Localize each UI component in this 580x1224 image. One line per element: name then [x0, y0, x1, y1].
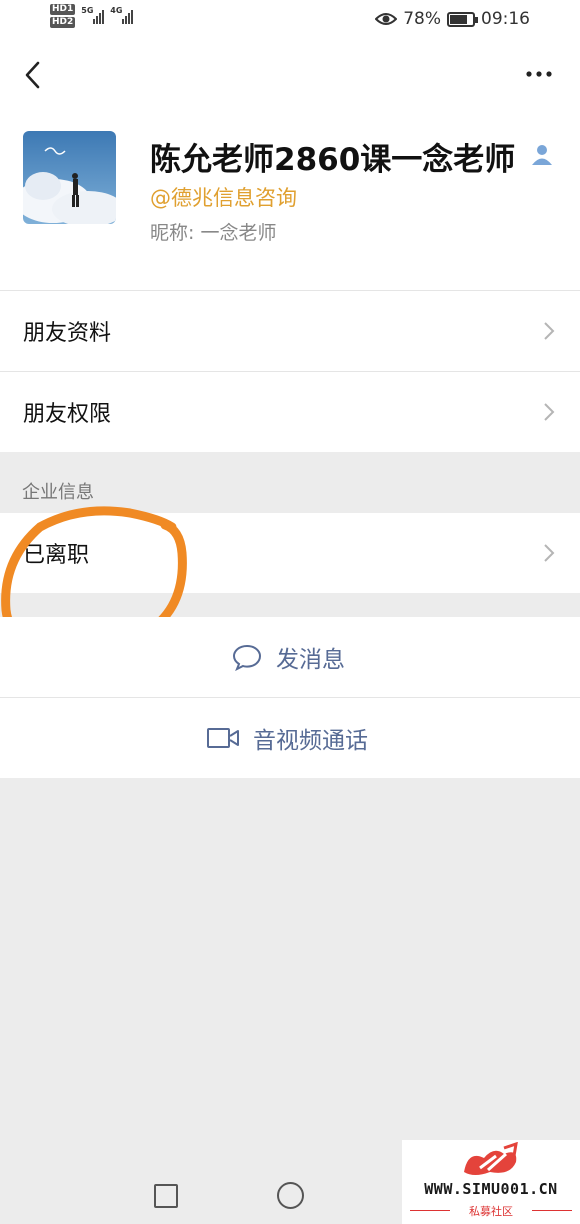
profile-header: 陈允老师2860课一念老师 @德兆信息咨询 昵称: 一念老师 — [0, 110, 580, 290]
company-name[interactable]: @德兆信息咨询 — [150, 182, 297, 212]
send-message-button[interactable]: 发消息 — [0, 617, 580, 697]
chevron-right-icon — [544, 322, 555, 340]
chevron-right-icon — [544, 544, 555, 562]
recents-button[interactable] — [154, 1184, 178, 1208]
battery-icon — [447, 11, 478, 27]
signal-group: HD1 HD2 5G 4G — [50, 4, 134, 28]
friend-permissions-label: 朋友权限 — [23, 402, 112, 427]
chevron-right-icon — [544, 403, 555, 421]
watermark-url: WWW.SIMU001.CN — [424, 1180, 558, 1198]
eye-icon — [375, 13, 398, 25]
signal-5g-icon: 5G — [81, 4, 105, 24]
avatar[interactable] — [23, 131, 116, 224]
enterprise-section-title: 企业信息 — [22, 482, 94, 503]
watermark: WWW.SIMU001.CN 私募社区 — [402, 1140, 580, 1224]
hd1-badge: HD1 — [50, 4, 76, 15]
watermark-logo-icon — [464, 1142, 518, 1175]
battery-percent: 78% — [403, 9, 441, 29]
chat-bubble-icon — [232, 644, 262, 671]
person-icon — [532, 145, 552, 165]
home-button[interactable] — [277, 1182, 304, 1209]
nav-bar — [0, 40, 580, 110]
friend-info-label: 朋友资料 — [23, 321, 112, 346]
friend-info-row[interactable]: 朋友资料 — [0, 291, 580, 371]
clock: 09:16 — [481, 9, 530, 29]
contact-name: 陈允老师2860课一念老师 — [150, 142, 516, 178]
hd2-badge: HD2 — [50, 17, 76, 28]
video-camera-icon — [207, 728, 239, 748]
divider — [532, 1210, 572, 1211]
signal-4g-icon: 4G — [110, 4, 134, 24]
watermark-subtitle: 私募社区 — [469, 1205, 513, 1218]
status-bar: HD1 HD2 5G 4G 78% 09:16 — [0, 0, 580, 40]
video-call-label: 音视频通话 — [253, 728, 368, 754]
more-dots-icon[interactable] — [524, 62, 554, 86]
friend-permissions-row[interactable]: 朋友权限 — [0, 372, 580, 452]
send-message-label: 发消息 — [276, 647, 345, 673]
video-call-button[interactable]: 音视频通话 — [0, 698, 580, 778]
chevron-left-icon[interactable] — [18, 58, 48, 92]
nickname: 昵称: 一念老师 — [150, 222, 277, 244]
